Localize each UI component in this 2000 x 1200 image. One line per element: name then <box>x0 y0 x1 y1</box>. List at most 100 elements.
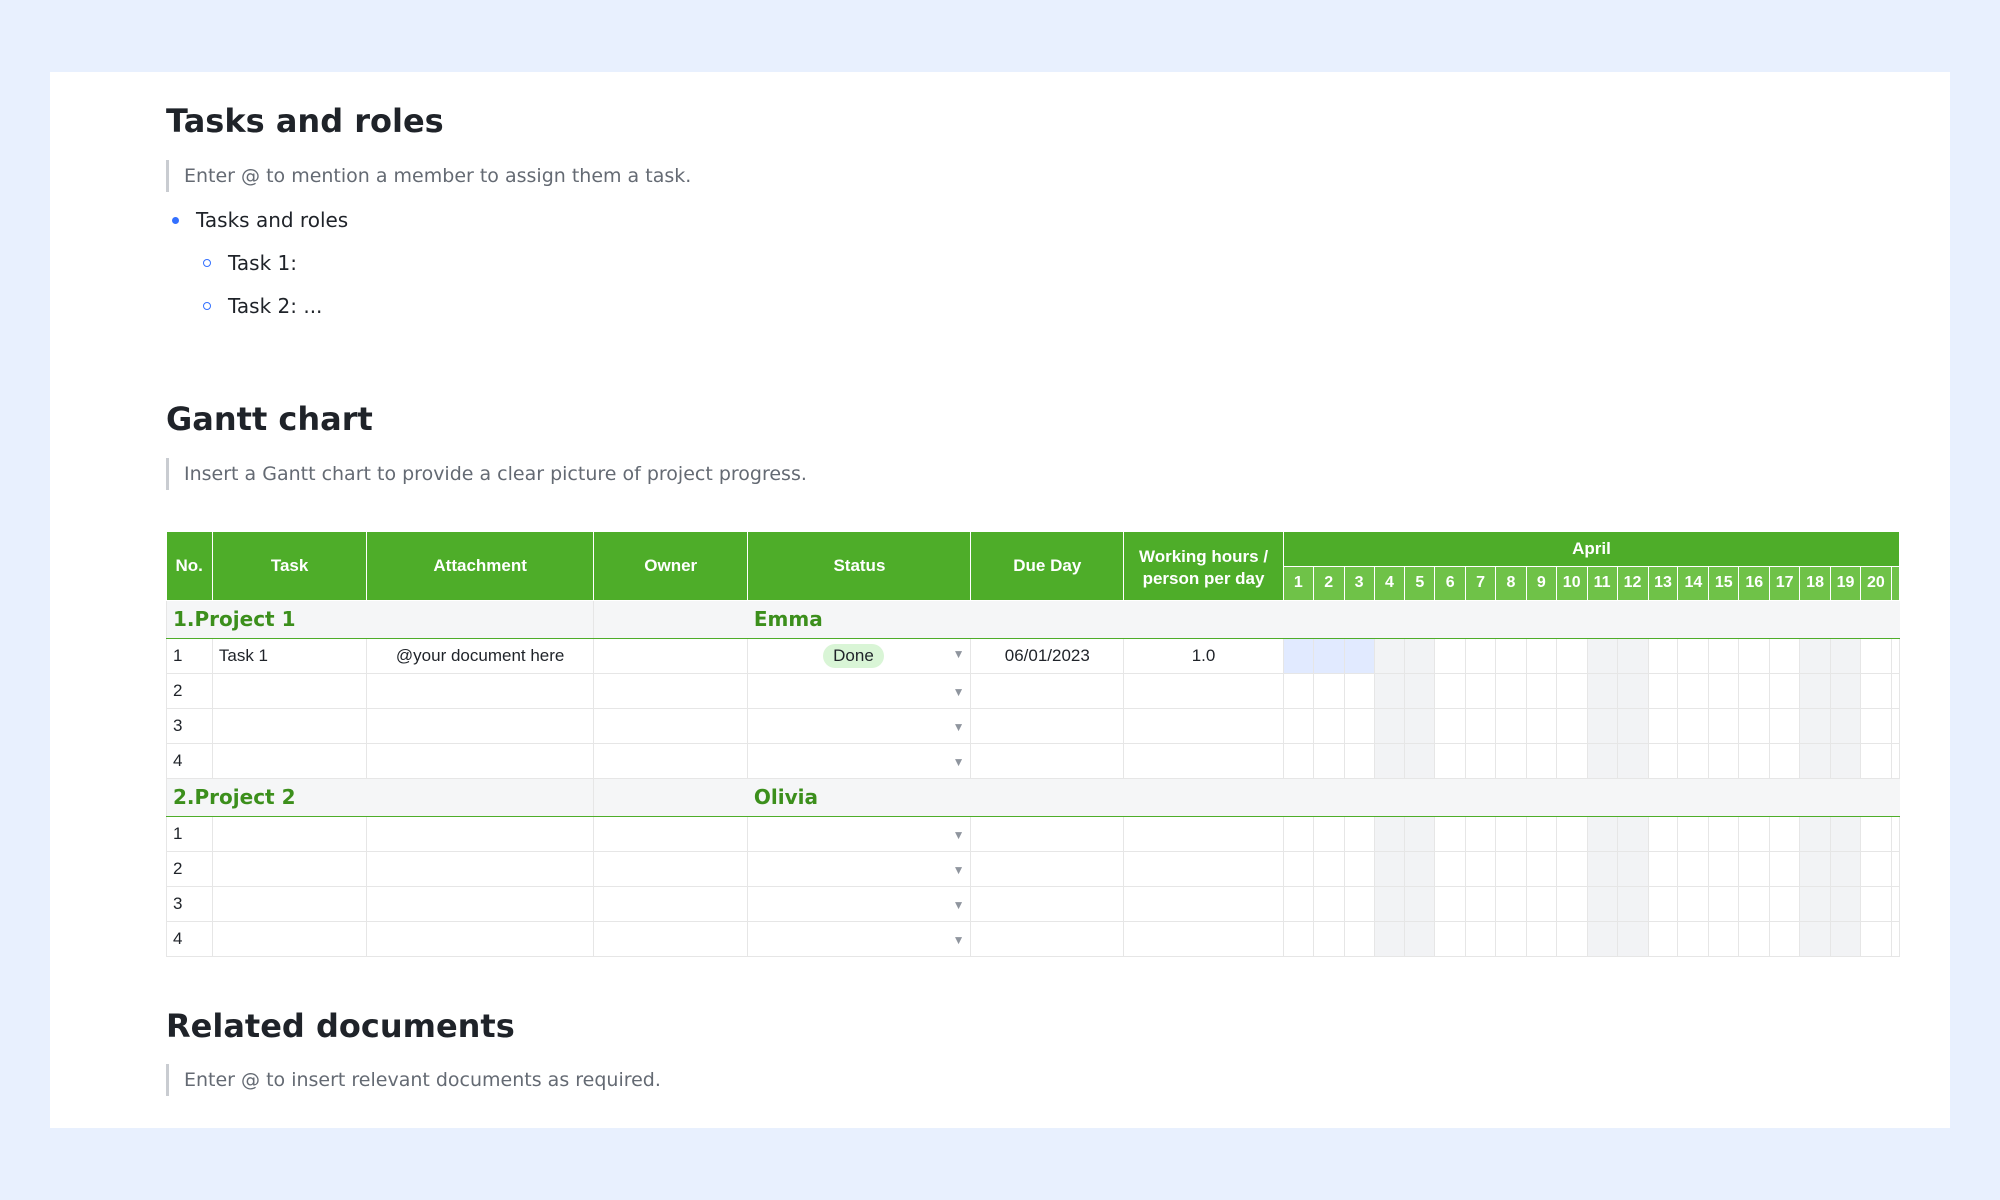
cell-due-day[interactable] <box>970 850 1125 887</box>
gantt-hint[interactable]: Insert a Gantt chart to provide a clear … <box>166 458 1084 490</box>
timeline-cell[interactable] <box>1312 885 1345 922</box>
timeline-cell[interactable] <box>1708 672 1740 709</box>
timeline-cell[interactable] <box>1495 850 1527 887</box>
timeline-cell[interactable] <box>1769 885 1801 922</box>
timeline-cell[interactable] <box>1373 637 1406 674</box>
timeline-cell[interactable] <box>1647 672 1679 709</box>
timeline-cell[interactable] <box>1404 707 1436 744</box>
timeline-cell[interactable] <box>1404 815 1436 852</box>
project-row[interactable]: 1.Project 1 Emma <box>165 599 1900 639</box>
related-hint[interactable]: Enter @ to insert relevant documents as … <box>166 1064 1084 1096</box>
timeline-cell[interactable] <box>1738 637 1771 674</box>
cell-task[interactable] <box>211 742 368 779</box>
cell-due-day[interactable] <box>970 707 1125 744</box>
timeline-cell[interactable] <box>1495 920 1527 957</box>
task-row[interactable]: 3 ▼ <box>166 707 1901 744</box>
timeline-cell[interactable] <box>1373 707 1406 744</box>
cell-owner[interactable] <box>593 742 749 779</box>
cell-attachment[interactable] <box>366 742 595 779</box>
cell-no[interactable]: 4 <box>166 742 213 779</box>
cell-status[interactable]: ▼ <box>747 885 972 922</box>
timeline-cell[interactable] <box>1434 885 1467 922</box>
cell-working-hours[interactable] <box>1123 742 1284 779</box>
timeline-cell[interactable] <box>1769 672 1801 709</box>
timeline-cell[interactable] <box>1586 885 1618 922</box>
cell-no[interactable]: 4 <box>166 920 213 957</box>
timeline-cell[interactable] <box>1555 885 1588 922</box>
timeline-cell[interactable] <box>1647 850 1679 887</box>
timeline-cell[interactable] <box>1677 672 1710 709</box>
timeline-cell[interactable] <box>1647 707 1679 744</box>
cell-task[interactable] <box>211 850 368 887</box>
timeline-cell[interactable] <box>1708 850 1740 887</box>
dropdown-caret-icon[interactable]: ▼ <box>953 720 965 734</box>
dropdown-caret-icon[interactable]: ▼ <box>953 828 965 842</box>
timeline-cell[interactable] <box>1434 815 1467 852</box>
timeline-cell[interactable] <box>1434 672 1467 709</box>
timeline-cell[interactable] <box>1555 850 1588 887</box>
timeline-cell[interactable] <box>1799 707 1832 744</box>
cell-attachment[interactable] <box>366 672 595 709</box>
timeline-cell[interactable] <box>1495 707 1527 744</box>
timeline-cell[interactable] <box>1616 742 1649 779</box>
timeline-cell[interactable] <box>1708 707 1740 744</box>
cell-no[interactable]: 1 <box>166 637 213 674</box>
timeline-cell[interactable] <box>1282 920 1314 957</box>
timeline-cell[interactable] <box>1495 742 1527 779</box>
cell-due-day[interactable] <box>970 885 1125 922</box>
timeline-cell[interactable] <box>1647 885 1679 922</box>
task-row[interactable]: 2 ▼ <box>166 672 1901 709</box>
cell-status[interactable]: Done ▼ <box>747 637 972 674</box>
tasks-hint[interactable]: Enter @ to mention a member to assign th… <box>166 160 1084 192</box>
dropdown-caret-icon[interactable]: ▼ <box>953 685 965 699</box>
timeline-cell[interactable] <box>1343 850 1375 887</box>
cell-owner[interactable] <box>593 815 749 852</box>
timeline-cell[interactable] <box>1373 672 1406 709</box>
timeline-cell[interactable] <box>1404 885 1436 922</box>
timeline-cell[interactable] <box>1738 672 1771 709</box>
timeline-cell[interactable] <box>1343 885 1375 922</box>
timeline-cell[interactable] <box>1616 707 1649 744</box>
timeline-cell[interactable] <box>1586 637 1618 674</box>
timeline-cell[interactable] <box>1495 637 1527 674</box>
task-row[interactable]: 2 ▼ <box>166 850 1901 887</box>
cell-owner[interactable] <box>593 637 749 674</box>
cell-status[interactable]: ▼ <box>747 815 972 852</box>
timeline-cell[interactable] <box>1465 707 1496 744</box>
timeline-cell[interactable] <box>1312 815 1345 852</box>
timeline-cell[interactable] <box>1343 672 1375 709</box>
project-owner[interactable]: Olivia <box>747 777 1284 817</box>
timeline-cell[interactable] <box>1434 742 1467 779</box>
timeline-cell[interactable] <box>1859 850 1892 887</box>
dropdown-caret-icon[interactable]: ▼ <box>953 863 965 877</box>
cell-attachment[interactable] <box>366 850 595 887</box>
timeline-cell[interactable] <box>1799 850 1832 887</box>
timeline-cell[interactable] <box>1859 885 1892 922</box>
timeline-cell[interactable] <box>1555 742 1588 779</box>
cell-attachment[interactable]: @your document here <box>366 637 595 674</box>
timeline-cell[interactable] <box>1282 637 1314 674</box>
timeline-cell[interactable] <box>1465 637 1496 674</box>
timeline-cell[interactable] <box>1859 637 1892 674</box>
timeline-cell[interactable] <box>1616 850 1649 887</box>
cell-task[interactable] <box>211 707 368 744</box>
timeline-cell[interactable] <box>1555 637 1588 674</box>
task-row[interactable]: 3 ▼ <box>166 885 1901 922</box>
timeline-cell[interactable] <box>1799 885 1832 922</box>
timeline-cell[interactable] <box>1373 850 1406 887</box>
timeline-cell[interactable] <box>1677 850 1710 887</box>
timeline-cell[interactable] <box>1282 815 1314 852</box>
timeline-cell[interactable] <box>1495 815 1527 852</box>
timeline-cell[interactable] <box>1282 850 1314 887</box>
timeline-cell[interactable] <box>1859 672 1892 709</box>
dropdown-caret-icon[interactable]: ▼ <box>953 647 965 661</box>
timeline-cell[interactable] <box>1859 742 1892 779</box>
timeline-cell[interactable] <box>1404 742 1436 779</box>
timeline-cell[interactable] <box>1738 815 1771 852</box>
timeline-cell[interactable] <box>1830 637 1861 674</box>
timeline-cell[interactable] <box>1312 920 1345 957</box>
timeline-cell[interactable] <box>1495 672 1527 709</box>
timeline-cell[interactable] <box>1282 707 1314 744</box>
cell-no[interactable]: 1 <box>166 815 213 852</box>
timeline-cell[interactable] <box>1738 850 1771 887</box>
